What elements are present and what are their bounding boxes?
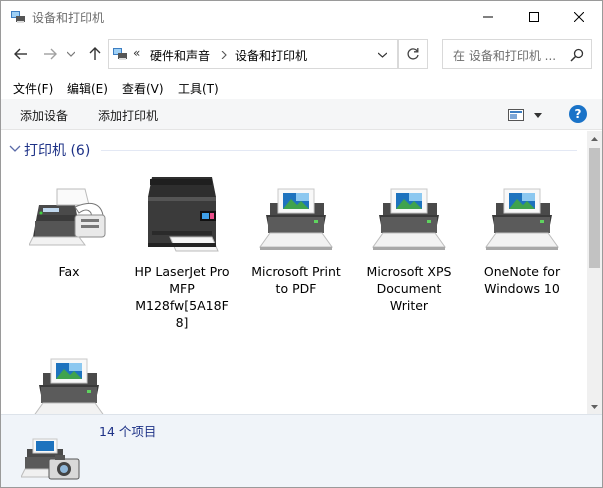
change-view-button[interactable]: [508, 107, 544, 123]
devices-printers-app-icon: [11, 11, 25, 23]
address-bar[interactable]: « 硬件和声音 设备和打印机: [108, 39, 398, 69]
close-icon: [574, 12, 584, 22]
scroll-down-button[interactable]: [587, 399, 602, 414]
arrow-left-icon: [14, 48, 27, 60]
navigation-bar: « 硬件和声音 设备和打印机 在 设备和打印机 ...: [1, 33, 602, 75]
chevron-down-icon: [9, 145, 21, 152]
refresh-button[interactable]: [398, 39, 428, 69]
device-label: Fax: [58, 264, 80, 279]
device-label: OneNote for Windows 10: [483, 264, 561, 296]
device-list: 打印机 (6) Fax HP LaserJet Pro MFP M128fw[5…: [1, 131, 587, 414]
device-print-to-pdf[interactable]: Microsoft Print to PDF: [246, 175, 346, 296]
chevron-down-icon: [67, 51, 75, 57]
window-title: 设备和打印机: [32, 11, 105, 25]
help-button[interactable]: ?: [569, 105, 587, 123]
scroll-down-icon: [591, 404, 598, 409]
menu-edit[interactable]: 编辑(E): [67, 80, 108, 97]
device-onenote[interactable]: OneNote for Windows 10: [472, 175, 572, 296]
search-placeholder[interactable]: 在 设备和打印机 ...: [453, 47, 556, 64]
close-button[interactable]: [556, 1, 602, 33]
laserjet-mfp-icon: [148, 177, 219, 252]
devices-printers-location-icon: [113, 48, 127, 60]
caret-down-icon: [534, 112, 542, 118]
fax-icon: [29, 188, 106, 246]
devices-camera-printer-icon: [21, 438, 80, 480]
menu-bar: 文件(F) 编辑(E) 查看(V) 工具(T): [1, 77, 602, 97]
printers-group-header[interactable]: 打印机 (6): [9, 141, 579, 159]
scrollbar-thumb[interactable]: [589, 148, 600, 268]
breadcrumb-overflow[interactable]: «: [133, 46, 140, 60]
title-bar: 设备和打印机: [1, 1, 602, 33]
maximize-button[interactable]: [511, 1, 557, 33]
chevron-right-icon: [221, 51, 227, 59]
back-button[interactable]: [11, 44, 31, 64]
printers-group-title: 打印机 (6): [24, 143, 91, 159]
device-fax[interactable]: Fax: [19, 175, 119, 285]
details-pane: 14 个项目: [1, 414, 602, 487]
breadcrumb-devices-printers[interactable]: 设备和打印机: [235, 47, 307, 64]
command-bar: 添加设备 添加打印机 ?: [1, 99, 602, 130]
printer-icon: [485, 188, 559, 251]
minimize-icon: [483, 16, 493, 18]
maximize-icon: [529, 12, 539, 22]
add-printer-button[interactable]: 添加打印机: [98, 107, 158, 124]
arrow-up-icon: [89, 47, 101, 60]
address-dropdown-button[interactable]: [373, 46, 391, 64]
scroll-up-icon: [591, 136, 598, 141]
devices-printers-window: 设备和打印机 « 硬件和声音 设备和打印机 在 设备和打印机 ... 文件(F)…: [0, 0, 603, 488]
view-icon: [508, 109, 524, 121]
vertical-scrollbar[interactable]: [587, 131, 602, 414]
device-label: Microsoft XPS Document Writer: [366, 264, 452, 313]
menu-view[interactable]: 查看(V): [122, 80, 164, 97]
device-xps-writer[interactable]: Microsoft XPS Document Writer: [359, 175, 459, 313]
menu-file[interactable]: 文件(F): [13, 80, 53, 97]
item-count: 14 个项目: [99, 424, 157, 439]
menu-tools[interactable]: 工具(T): [178, 80, 219, 97]
printer-icon: [372, 188, 446, 251]
minimize-button[interactable]: [465, 1, 511, 33]
device-label: Microsoft Print to PDF: [251, 264, 341, 296]
device-printer-6[interactable]: [19, 345, 119, 414]
recent-locations-button[interactable]: [64, 44, 78, 64]
arrow-right-icon: [44, 48, 57, 60]
printer-icon: [259, 188, 333, 251]
breadcrumb-hardware-sound[interactable]: 硬件和声音: [150, 47, 210, 64]
device-hp-laserjet[interactable]: HP LaserJet Pro MFP M128fw[5A18F8]: [132, 175, 232, 335]
forward-button[interactable]: [40, 44, 60, 64]
printer-icon: [32, 358, 106, 414]
search-box[interactable]: 在 设备和打印机 ...: [442, 39, 592, 69]
chevron-down-icon: [377, 52, 387, 58]
scroll-up-button[interactable]: [587, 131, 602, 146]
add-device-button[interactable]: 添加设备: [20, 107, 68, 124]
refresh-icon: [407, 48, 419, 60]
group-divider: [101, 150, 577, 151]
up-button[interactable]: [85, 44, 105, 64]
search-icon[interactable]: [570, 48, 584, 62]
device-label: HP LaserJet Pro MFP M128fw[5A18F8]: [134, 264, 230, 330]
